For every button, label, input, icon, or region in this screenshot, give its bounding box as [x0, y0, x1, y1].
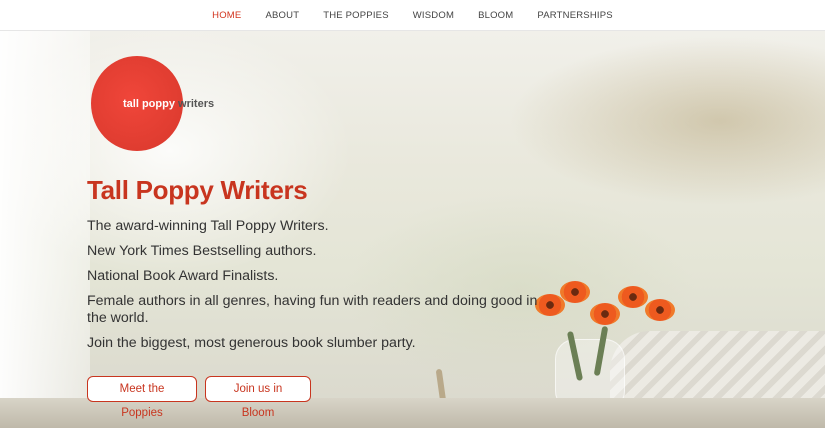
- hero-line: National Book Award Finalists.: [87, 268, 279, 284]
- hero-line: Female authors in all genres, having fun…: [87, 293, 538, 326]
- hero-line: The award-winning Tall Poppy Writers.: [87, 218, 329, 234]
- logo-wordmark[interactable]: tall poppy writers: [123, 98, 214, 110]
- hero-line: Join the biggest, most generous book slu…: [87, 335, 416, 351]
- hero-line: New York Times Bestselling authors.: [87, 243, 317, 259]
- logo-text-primary: tall poppy: [123, 98, 175, 110]
- page-title: Tall Poppy Writers: [87, 175, 308, 205]
- background-flower: [560, 281, 590, 303]
- background-flower: [618, 286, 648, 308]
- main-nav: HOME ABOUT THE POPPIES WISDOM BLOOM PART…: [0, 0, 825, 31]
- hero-section: tall poppy writers Tall Poppy Writers Th…: [0, 31, 825, 428]
- logo-text-secondary: writers: [178, 98, 215, 110]
- nav-home[interactable]: HOME: [200, 10, 253, 21]
- background-flower: [645, 299, 675, 321]
- join-bloom-button[interactable]: Join us in Bloom: [205, 376, 311, 419]
- nav-partnerships[interactable]: PARTNERSHIPS: [525, 10, 624, 21]
- nav-wisdom[interactable]: WISDOM: [401, 10, 466, 21]
- background-flower: [590, 303, 620, 325]
- hero-text: The award-winning Tall Poppy Writers. Ne…: [87, 218, 547, 360]
- nav-about[interactable]: ABOUT: [253, 10, 311, 21]
- meet-the-poppies-button[interactable]: Meet the Poppies: [87, 376, 197, 419]
- background-curtain: [0, 31, 90, 428]
- nav-the-poppies[interactable]: THE POPPIES: [311, 10, 401, 21]
- nav-bloom[interactable]: BLOOM: [466, 10, 525, 21]
